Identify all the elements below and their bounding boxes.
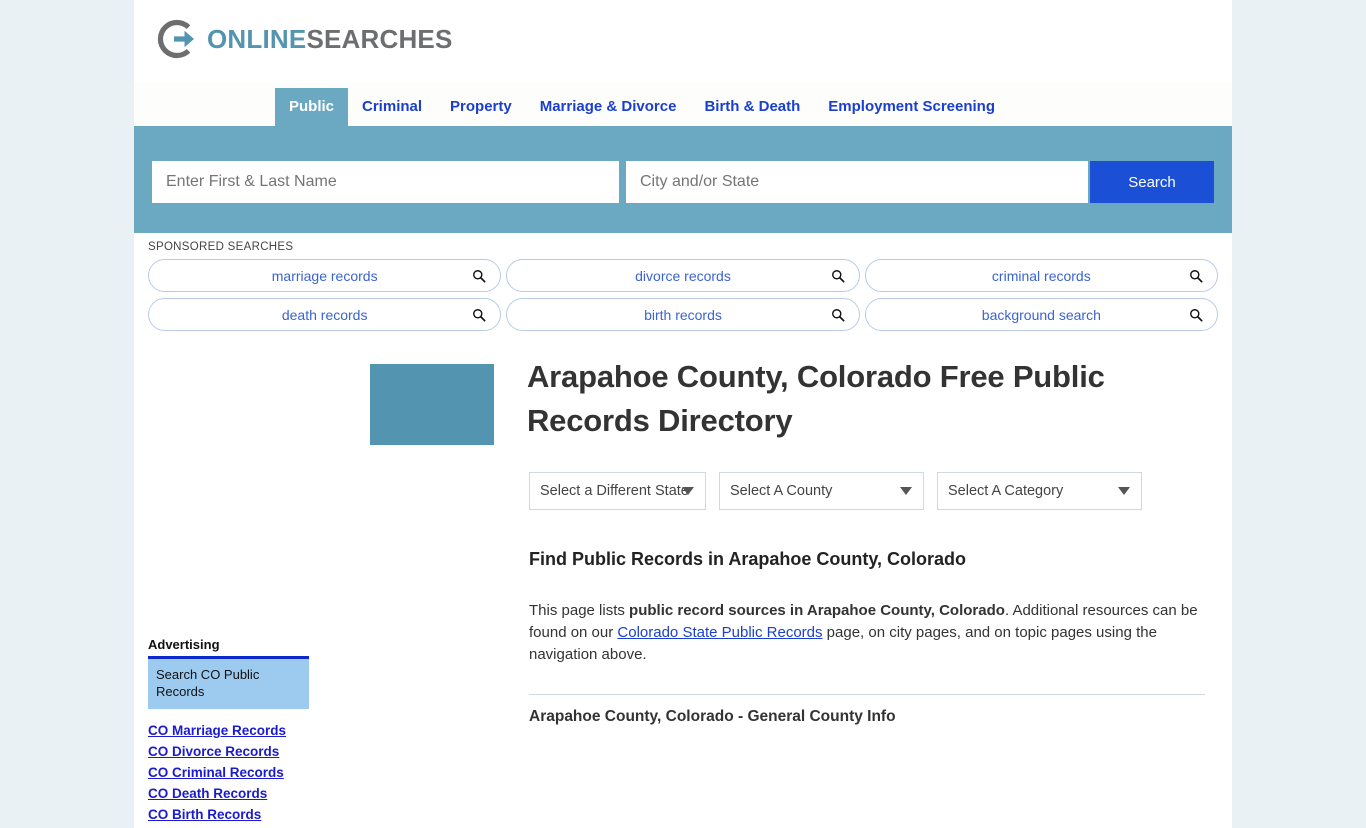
body-wrapper: Advertising Search CO Public Records CO … [134, 337, 1232, 828]
chevron-down-icon [1118, 487, 1130, 495]
logo-wordmark: ONLINESEARCHES [207, 26, 453, 52]
main-content: Arapahoe County, Colorado Free Public Re… [324, 355, 1232, 828]
circle-arrow-logo-icon [154, 17, 198, 61]
nav-item-criminal[interactable]: Criminal [348, 88, 436, 126]
intro-paragraph: This page lists public record sources in… [529, 600, 1205, 667]
sidebar: Advertising Search CO Public Records CO … [134, 355, 324, 828]
general-county-info-heading: Arapahoe County, Colorado - General Coun… [529, 707, 896, 725]
magnifier-icon [1190, 308, 1203, 322]
select-category-dropdown[interactable]: Select A Category [937, 472, 1142, 510]
sidebar-link-co-death-records[interactable]: CO Death Records [148, 786, 324, 801]
select-category-label: Select A Category [948, 483, 1064, 499]
filter-selects: Select a Different State Select A County… [529, 472, 1218, 510]
search-form: Search [152, 161, 1214, 203]
page-title-block: Arapahoe County, Colorado Free Public Re… [338, 355, 1218, 445]
advertising-label: Advertising [148, 637, 220, 652]
select-state-label: Select a Different State [540, 483, 689, 499]
county-thumbnail-image [370, 364, 494, 445]
sidebar-ad-box[interactable]: Search CO Public Records [148, 656, 309, 710]
intro-text-1: This page lists [529, 602, 630, 619]
select-state-dropdown[interactable]: Select a Different State [529, 472, 706, 510]
section-heading: Find Public Records in Arapahoe County, … [529, 549, 967, 569]
sidebar-link-co-divorce-records[interactable]: CO Divorce Records [148, 744, 324, 759]
sidebar-link-co-marriage-records[interactable]: CO Marriage Records [148, 723, 324, 738]
page-container: ONLINESEARCHES Public Criminal Property … [134, 0, 1232, 828]
chevron-down-icon [682, 487, 694, 495]
nav-item-birth-death[interactable]: Birth & Death [690, 88, 814, 126]
sponsored-pill-label: death records [281, 306, 368, 323]
select-county-label: Select A County [730, 483, 833, 499]
logo-searches-text: SEARCHES [306, 24, 453, 54]
sponsored-searches-section: SPONSORED SEARCHES marriage records divo… [134, 233, 1232, 337]
nav-item-public[interactable]: Public [275, 88, 349, 126]
sponsored-pill-background-search[interactable]: background search [864, 298, 1218, 331]
chevron-down-icon [900, 487, 912, 495]
sidebar-link-co-birth-records[interactable]: CO Birth Records [148, 807, 324, 822]
select-county-dropdown[interactable]: Select A County [719, 472, 924, 510]
logo-online-text: ONLINE [207, 24, 307, 54]
search-submit-button[interactable]: Search [1090, 161, 1214, 203]
sponsored-pill-label: marriage records [271, 267, 378, 284]
sponsored-pill-label: background search [981, 306, 1101, 323]
content-divider [529, 693, 1205, 695]
magnifier-icon [1190, 269, 1203, 283]
sponsored-pill-grid: marriage records divorce records crimina… [148, 259, 1218, 331]
sponsored-pill-divorce-records[interactable]: divorce records [506, 259, 860, 292]
nav-item-marriage-divorce[interactable]: Marriage & Divorce [526, 88, 691, 126]
magnifier-icon [473, 269, 486, 283]
sidebar-links: CO Marriage Records CO Divorce Records C… [148, 723, 324, 822]
sponsored-pill-label: criminal records [991, 267, 1091, 284]
search-name-input[interactable] [152, 161, 619, 203]
page-title: Arapahoe County, Colorado Free Public Re… [527, 359, 1105, 439]
sidebar-ad-box-text: Search CO Public Records [156, 667, 260, 700]
intro-bold-phrase: public record sources in Arapahoe County… [629, 602, 1005, 619]
sponsored-pill-death-records[interactable]: death records [148, 298, 502, 331]
site-logo[interactable]: ONLINESEARCHES [154, 17, 453, 61]
nav-item-employment-screening[interactable]: Employment Screening [814, 88, 1009, 126]
magnifier-icon [831, 269, 845, 283]
sponsored-searches-label: SPONSORED SEARCHES [148, 241, 294, 253]
site-header: ONLINESEARCHES [134, 0, 1232, 83]
sponsored-pill-label: birth records [644, 306, 722, 323]
main-navigation: Public Criminal Property Marriage & Divo… [134, 83, 1232, 128]
sponsored-pill-marriage-records[interactable]: marriage records [148, 259, 502, 292]
magnifier-icon [473, 308, 486, 322]
search-city-state-input[interactable] [626, 161, 1088, 203]
colorado-state-public-records-link[interactable]: Colorado State Public Records [617, 624, 822, 641]
nav-item-property[interactable]: Property [436, 88, 526, 126]
sponsored-pill-birth-records[interactable]: birth records [506, 298, 860, 331]
sponsored-pill-label: divorce records [635, 267, 731, 284]
magnifier-icon [831, 308, 845, 322]
sponsored-pill-criminal-records[interactable]: criminal records [864, 259, 1218, 292]
